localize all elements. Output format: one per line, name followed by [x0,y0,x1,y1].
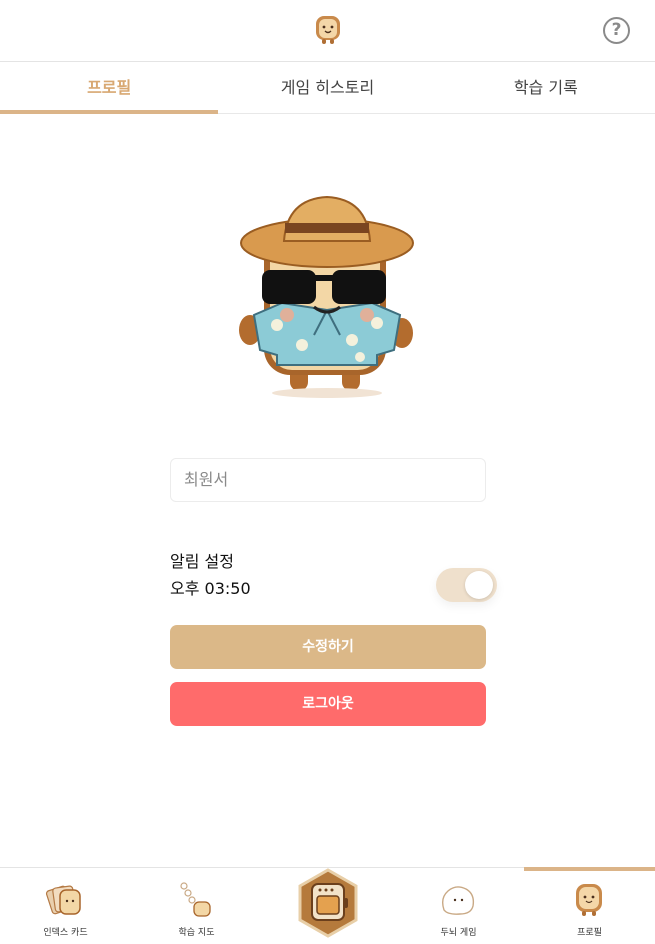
index-cards-icon [45,885,81,915]
notification-setting-label: 알림 설정 [170,552,234,571]
nav-label: 두뇌 게임 [440,928,477,938]
brain-game-icon [441,886,475,915]
nav-label: 프로필 [577,928,602,938]
tab-bar: 프로필 게임 히스토리 학습 기록 [0,62,655,114]
nav-item-study-map[interactable]: 학습 지도 [131,868,262,944]
edit-button[interactable]: 수정하기 [170,625,486,669]
nav-item-profile[interactable]: 프로필 [524,867,655,944]
toggle-knob [465,571,493,599]
nav-item-index-cards[interactable]: 인덱스 카드 [0,868,131,944]
name-field[interactable]: 최원서 [170,458,486,502]
avatar [239,195,414,398]
toast-logo-icon[interactable] [311,12,345,46]
help-icon[interactable]: ? [603,17,630,44]
nav-label: 인덱스 카드 [43,928,88,938]
notification-toggle[interactable] [436,568,497,602]
tab-game-history[interactable]: 게임 히스토리 [218,62,436,113]
logout-button[interactable]: 로그아웃 [170,682,486,726]
notification-time[interactable]: 오후 03:50 [170,575,251,599]
top-bar: ? [0,0,655,62]
tab-profile[interactable]: 프로필 [0,62,219,114]
nav-label: 학습 지도 [178,928,215,938]
study-map-icon [180,882,211,917]
toaster-center-icon[interactable] [296,868,360,938]
nav-item-brain-game[interactable]: 두뇌 게임 [393,868,524,944]
tab-study-record[interactable]: 학습 기록 [437,62,655,113]
profile-toast-icon [576,884,602,916]
